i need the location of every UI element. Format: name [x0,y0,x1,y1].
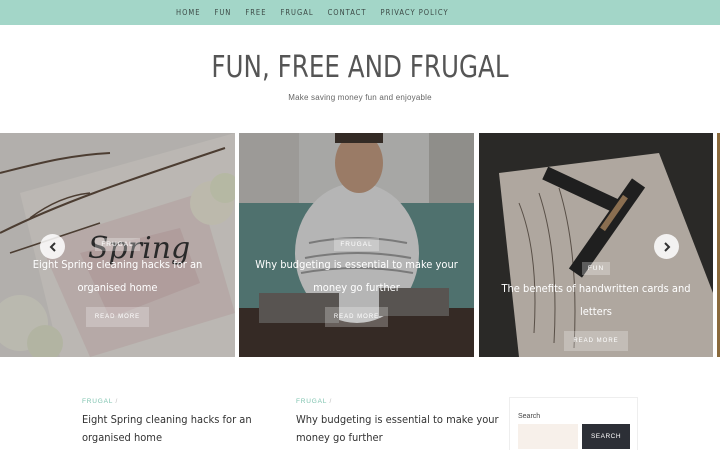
slide-category-badge[interactable]: FUN [581,262,611,275]
slide-category-badge[interactable]: FRUGAL [334,238,379,251]
slide-spring-cleaning[interactable]: Spring FRUGAL Eight Spring cleaning hack… [0,133,235,357]
read-more-button[interactable]: READ MORE [324,307,389,327]
slide-budgeting[interactable]: FRUGAL Why budgeting is essential to mak… [239,133,474,357]
slider-next-button[interactable] [654,234,679,259]
search-widget: Search SEARCH [509,397,638,450]
nav-item-frugal[interactable]: FRUGAL [280,8,313,17]
slide-title[interactable]: Eight Spring cleaning hacks for an organ… [0,253,235,299]
site-title[interactable]: FUN, FREE AND FRUGAL [65,50,655,85]
search-button[interactable]: SEARCH [582,424,630,449]
search-input[interactable] [518,424,578,449]
slide-category-badge[interactable]: FRUGAL [95,238,140,251]
category-separator: / [329,398,333,405]
slide-title[interactable]: The benefits of handwritten cards and le… [479,277,713,323]
post-category-label[interactable]: FRUGAL [82,398,113,405]
post-title[interactable]: Why budgeting is essential to make your … [296,411,501,447]
nav-item-contact[interactable]: CONTACT [328,8,367,17]
nav-item-fun[interactable]: FUN [214,8,231,17]
nav-item-home[interactable]: HOME [176,8,200,17]
search-label: Search [518,413,541,420]
slider-prev-button[interactable] [40,234,65,259]
nav-item-privacy-policy[interactable]: PRIVACY POLICY [381,8,449,17]
featured-slider: Spring FRUGAL Eight Spring cleaning hack… [0,133,720,358]
nav-item-free[interactable]: FREE [245,8,266,17]
post-category[interactable]: FRUGAL / [296,398,501,405]
slide-content: FUN The benefits of handwritten cards an… [479,257,713,351]
post-title[interactable]: Eight Spring cleaning hacks for an organ… [82,411,287,447]
post-card: FRUGAL / Eight Spring cleaning hacks for… [82,398,287,447]
chevron-right-icon [663,241,670,252]
slide-title[interactable]: Why budgeting is essential to make your … [239,253,474,299]
slide-content: FRUGAL Why budgeting is essential to mak… [239,233,474,327]
post-category[interactable]: FRUGAL / [82,398,287,405]
read-more-button[interactable]: READ MORE [564,331,628,351]
post-category-label[interactable]: FRUGAL [296,398,327,405]
top-navigation: HOME FUN FREE FRUGAL CONTACT PRIVACY POL… [0,0,720,25]
read-more-button[interactable]: READ MORE [85,307,150,327]
nav-menu: HOME FUN FREE FRUGAL CONTACT PRIVACY POL… [176,0,463,25]
category-separator: / [115,398,119,405]
site-tagline: Make saving money fun and enjoyable [288,93,432,102]
slide-content: FRUGAL Eight Spring cleaning hacks for a… [0,233,235,327]
post-card: FRUGAL / Why budgeting is essential to m… [296,398,501,447]
chevron-left-icon [49,241,56,252]
